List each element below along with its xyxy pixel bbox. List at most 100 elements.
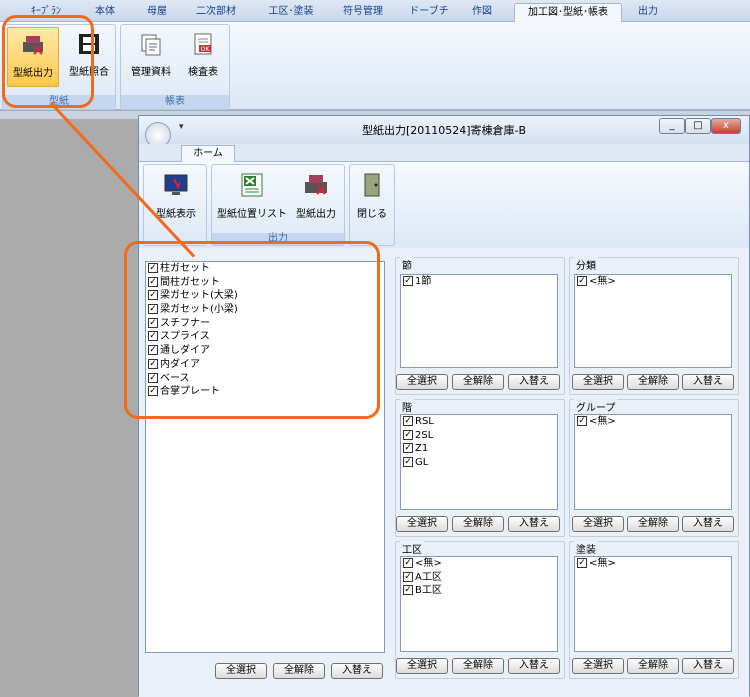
checkbox[interactable]: ✓: [403, 276, 413, 286]
window-tabbar: ホーム: [139, 144, 749, 162]
kouku-list[interactable]: ✓ <無> ✓ A工区 ✓ B工区: [400, 556, 558, 652]
kanri-shiryou-button[interactable]: 管理資料: [125, 27, 177, 87]
window-titlebar[interactable]: ▾ 型紙出力[20110524]寄棟倉庫-B _ □ x: [139, 116, 749, 148]
main-ribbon-tabs: ｷｰﾌﾟﾗﾝ 本体 母屋 二次部材 工区･塗装 符号管理 ドーブチ 作図 加工図…: [0, 0, 750, 22]
kai-list[interactable]: ✓ RSL ✓ 2SL ✓ Z1 ✓ GL: [400, 414, 558, 510]
kai-invert-button[interactable]: 入替え: [508, 516, 560, 532]
highlight-box-ribbon: [2, 15, 94, 108]
kensa-hyou-label: 検査表: [188, 67, 218, 78]
door-icon: [364, 173, 380, 197]
bunrui-deselect-all-button[interactable]: 全解除: [627, 374, 679, 390]
bunrui-list[interactable]: ✓ <無>: [574, 274, 732, 368]
list-item[interactable]: ✓ 1節: [401, 275, 557, 289]
monitor-icon: [164, 174, 188, 195]
checkbox[interactable]: ✓: [403, 571, 413, 582]
group-invert-button[interactable]: 入替え: [682, 516, 734, 532]
window-ribbon: 型紙表示 型紙位置リスト 型紙出力 出力 閉じる: [139, 162, 749, 248]
kouku-group: 工区 ✓ <無> ✓ A工区 ✓ B工区 全選択 全解除 入替え: [395, 541, 565, 679]
tab-dobuchi[interactable]: ドーブチ: [402, 3, 456, 22]
minimize-button[interactable]: _: [659, 118, 685, 134]
checkbox[interactable]: ✓: [577, 416, 587, 426]
setsu-title: 節: [400, 257, 414, 272]
tosou-invert-button[interactable]: 入替え: [682, 658, 734, 674]
maximize-button[interactable]: □: [685, 118, 711, 134]
group-close: 閉じる: [349, 164, 395, 246]
group-chouhyou: 管理資料 OK 検査表 帳表: [120, 24, 230, 110]
tosou-list[interactable]: ✓ <無>: [574, 556, 732, 652]
katagami-view-label: 型紙表示: [156, 209, 196, 220]
window-katagami-output-label: 型紙出力: [296, 209, 336, 220]
tosou-deselect-all-button[interactable]: 全解除: [627, 658, 679, 674]
list-item[interactable]: ✓ <無>: [575, 557, 731, 571]
highlight-box-parts: [124, 241, 380, 419]
tab-kakouzu[interactable]: 加工図･型紙･帳表: [514, 3, 622, 22]
kouku-title: 工区: [400, 541, 424, 556]
list-item[interactable]: ✓ <無>: [401, 557, 557, 571]
parts-deselect-all-button[interactable]: 全解除: [273, 663, 325, 679]
list-item[interactable]: ✓ <無>: [575, 415, 731, 429]
bunrui-select-all-button[interactable]: 全選択: [572, 374, 624, 390]
kouku-select-all-button[interactable]: 全選択: [396, 658, 448, 674]
group-select-all-button[interactable]: 全選択: [572, 516, 624, 532]
kouku-deselect-all-button[interactable]: 全解除: [452, 658, 504, 674]
close-button[interactable]: 閉じる: [352, 169, 392, 225]
tosou-title: 塗装: [574, 541, 598, 556]
setsu-deselect-all-button[interactable]: 全解除: [452, 374, 504, 390]
documents-icon: [141, 34, 161, 56]
parts-invert-button[interactable]: 入替え: [331, 663, 383, 679]
group-output: 型紙位置リスト 型紙出力 出力: [211, 164, 345, 246]
group-list[interactable]: ✓ <無>: [574, 414, 732, 510]
list-item[interactable]: ✓ A工区: [401, 571, 557, 585]
setsu-invert-button[interactable]: 入替え: [508, 374, 560, 390]
tab-shutsuryoku[interactable]: 出力: [626, 3, 670, 22]
svg-text:OK: OK: [201, 46, 211, 53]
position-list-button[interactable]: 型紙位置リスト: [216, 169, 288, 225]
bunrui-group: 分類 ✓ <無> 全選択 全解除 入替え: [569, 257, 739, 395]
group-group: グループ ✓ <無> 全選択 全解除 入替え: [569, 399, 739, 537]
kensa-hyou-button[interactable]: OK 検査表: [177, 27, 229, 87]
tab-niji-buzai[interactable]: 二次部材: [186, 3, 246, 22]
checkbox[interactable]: ✓: [403, 558, 413, 568]
kai-group: 階 ✓ RSL ✓ 2SL ✓ Z1 ✓ GL 全選択 全解除 入替え: [395, 399, 565, 537]
setsu-group: 節 ✓ 1節 全選択 全解除 入替え: [395, 257, 565, 395]
kouku-invert-button[interactable]: 入替え: [508, 658, 560, 674]
list-item[interactable]: ✓ <無>: [575, 275, 731, 289]
checkbox[interactable]: ✓: [403, 416, 413, 426]
window-katagami-output-button[interactable]: 型紙出力: [290, 169, 342, 225]
checkbox[interactable]: ✓: [403, 429, 413, 440]
list-item[interactable]: ✓ 2SL: [401, 429, 557, 443]
checkbox[interactable]: ✓: [403, 585, 413, 596]
tab-fugou[interactable]: 符号管理: [332, 3, 394, 22]
close-label: 閉じる: [357, 209, 387, 220]
group-title: グループ: [574, 399, 618, 414]
list-item[interactable]: ✓ B工区: [401, 584, 557, 598]
checkbox[interactable]: ✓: [577, 276, 587, 286]
setsu-select-all-button[interactable]: 全選択: [396, 374, 448, 390]
list-item[interactable]: ✓ RSL: [401, 415, 557, 429]
kanri-shiryou-label: 管理資料: [131, 67, 171, 78]
tab-sakuzu[interactable]: 作図: [460, 3, 504, 22]
bunrui-invert-button[interactable]: 入替え: [682, 374, 734, 390]
kai-title: 階: [400, 399, 414, 414]
printer-icon: [305, 175, 327, 195]
tosou-select-all-button[interactable]: 全選択: [572, 658, 624, 674]
parts-select-all-button[interactable]: 全選択: [215, 663, 267, 679]
kai-deselect-all-button[interactable]: 全解除: [452, 516, 504, 532]
group-chouhyou-label: 帳表: [121, 95, 229, 109]
group-deselect-all-button[interactable]: 全解除: [627, 516, 679, 532]
checkbox[interactable]: ✓: [403, 443, 413, 454]
main-ribbon: 型紙出力 型紙照合 型紙 管理資料 OK 検査表 帳表: [0, 22, 750, 110]
excel-icon: [241, 173, 263, 197]
tab-moya[interactable]: 母屋: [132, 3, 182, 22]
close-window-button[interactable]: x: [711, 118, 741, 134]
tosou-group: 塗装 ✓ <無> 全選択 全解除 入替え: [569, 541, 739, 679]
list-item[interactable]: ✓ Z1: [401, 442, 557, 456]
kai-select-all-button[interactable]: 全選択: [396, 516, 448, 532]
tab-home[interactable]: ホーム: [181, 145, 235, 162]
checkbox[interactable]: ✓: [403, 457, 413, 468]
list-item[interactable]: ✓ GL: [401, 456, 557, 470]
tab-kouku-tosou[interactable]: 工区･塗装: [258, 3, 324, 22]
setsu-list[interactable]: ✓ 1節: [400, 274, 558, 368]
checkbox[interactable]: ✓: [577, 558, 587, 568]
window-title: 型紙出力[20110524]寄棟倉庫-B: [361, 124, 527, 137]
